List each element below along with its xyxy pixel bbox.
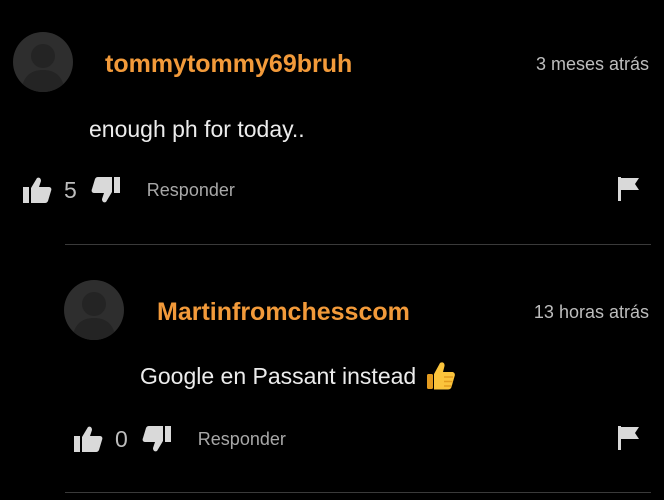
avatar[interactable] <box>64 280 124 340</box>
user-silhouette-icon <box>72 292 116 340</box>
flag-icon <box>618 177 639 201</box>
comment-divider <box>65 244 651 245</box>
comment-text-content: Google en Passant instead <box>140 362 417 389</box>
username[interactable]: tommytommy69bruh <box>105 50 352 79</box>
thumbs-down-icon <box>142 426 171 452</box>
timestamp: 13 horas atrás <box>533 302 649 322</box>
reply-button[interactable]: Responder <box>198 429 286 450</box>
username[interactable]: Martinfromchesscom <box>157 298 410 327</box>
dislike-button[interactable] <box>91 176 121 204</box>
thumbs-up-emoji-icon <box>427 362 456 390</box>
thumbs-down-icon <box>91 177 120 203</box>
comment-actions: 5 Responder <box>22 175 235 205</box>
reply-button[interactable]: Responder <box>147 180 235 201</box>
like-count: 0 <box>115 425 128 452</box>
comment-text: Google en Passant instead <box>140 360 456 392</box>
like-count: 5 <box>64 176 77 203</box>
report-flag-button[interactable] <box>617 176 641 207</box>
timestamp: 3 meses atrás <box>535 54 649 74</box>
like-button[interactable] <box>22 176 52 204</box>
thumbs-up-icon <box>74 426 103 452</box>
like-button[interactable] <box>73 425 103 453</box>
thumbs-up-icon <box>23 177 52 203</box>
comment-divider <box>65 492 651 493</box>
user-silhouette-icon <box>21 44 65 92</box>
comment-actions: 0 Responder <box>73 424 286 454</box>
comment-text: enough ph for today.. <box>89 116 305 143</box>
dislike-button[interactable] <box>142 425 172 453</box>
report-flag-button[interactable] <box>617 425 641 456</box>
avatar[interactable] <box>13 32 73 92</box>
comment-text-content: enough ph for today.. <box>89 116 305 142</box>
flag-icon <box>618 426 639 450</box>
